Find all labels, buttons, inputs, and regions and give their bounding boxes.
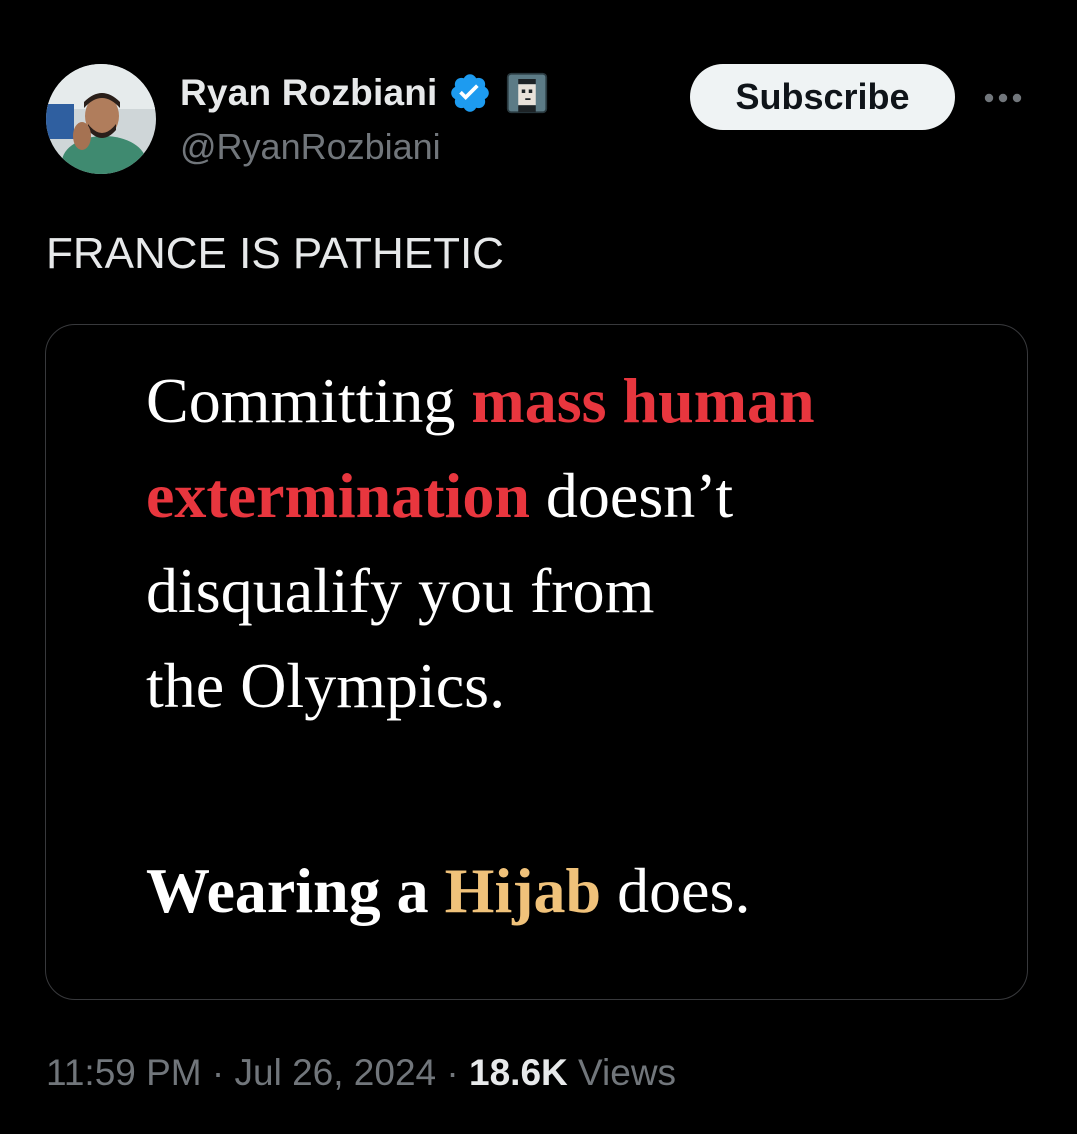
meta-separator: ·: [201, 1052, 235, 1093]
display-name[interactable]: Ryan Rozbiani: [180, 72, 438, 114]
media-line-5: Wearing a Hijab does.: [146, 843, 750, 938]
tweet-text: FRANCE IS PATHETIC: [46, 229, 504, 278]
subscribe-button[interactable]: Subscribe: [690, 64, 955, 130]
avatar[interactable]: [46, 64, 156, 174]
tweet-date[interactable]: Jul 26, 2024: [235, 1052, 437, 1093]
media-card[interactable]: Committing mass human extermination does…: [45, 324, 1028, 1000]
media-line-3: disqualify you from: [146, 555, 655, 626]
meta-separator: ·: [436, 1052, 470, 1093]
tweet-time[interactable]: 11:59 PM: [46, 1052, 202, 1093]
media-line-4: the Olympics.: [146, 650, 506, 721]
views-count[interactable]: 18.6K: [469, 1052, 568, 1093]
pixel-punk-badge-icon: [506, 72, 547, 114]
media-line-2: extermination doesn’t: [146, 448, 815, 543]
media-text-normal: does.: [601, 855, 751, 926]
media-text-red: extermination: [146, 460, 530, 531]
media-text-normal: doesn’t: [529, 460, 734, 531]
tweet-meta: 11:59 PM · Jul 26, 2024 · 18.6K Views: [46, 1052, 676, 1094]
verified-badge-icon[interactable]: [448, 71, 492, 115]
media-text-gold: Hijab: [444, 855, 602, 926]
media-image-text: Committing mass human extermination does…: [146, 353, 815, 733]
media-text-normal: Committing: [146, 365, 472, 436]
profile-photo: [46, 64, 156, 174]
views-label: Views: [567, 1052, 677, 1093]
author-handle[interactable]: @RyanRozbiani: [180, 126, 441, 168]
author-name-row: Ryan Rozbiani: [180, 70, 548, 116]
media-line-1: Committing mass human: [146, 353, 815, 448]
media-text-bold: Wearing a: [146, 855, 445, 926]
more-horizontal-icon[interactable]: [978, 78, 1028, 118]
media-text-red: mass human: [471, 365, 815, 436]
